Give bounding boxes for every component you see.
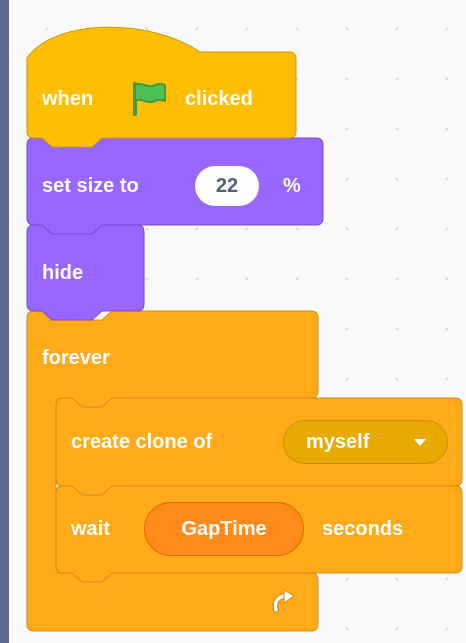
hide-label: hide (42, 262, 84, 284)
percent-label: % (283, 175, 301, 197)
set-size-label: set size to (42, 175, 139, 197)
clone-target-value: myself (306, 431, 370, 453)
loop-arrow-icon (272, 589, 295, 613)
clone-target-dropdown[interactable]: myself (283, 420, 448, 464)
seconds-label: seconds (322, 518, 404, 540)
gaptime-variable-reporter[interactable]: GapTime (144, 502, 304, 556)
caret-down-icon (414, 439, 426, 446)
size-value-input[interactable]: 22 (195, 166, 259, 206)
forever-label: forever (42, 347, 110, 369)
clicked-label: clicked (185, 88, 253, 110)
wait-label: wait (71, 518, 110, 540)
create-clone-label: create clone of (71, 431, 213, 453)
green-flag-icon (133, 82, 166, 116)
when-label: when (42, 88, 94, 110)
